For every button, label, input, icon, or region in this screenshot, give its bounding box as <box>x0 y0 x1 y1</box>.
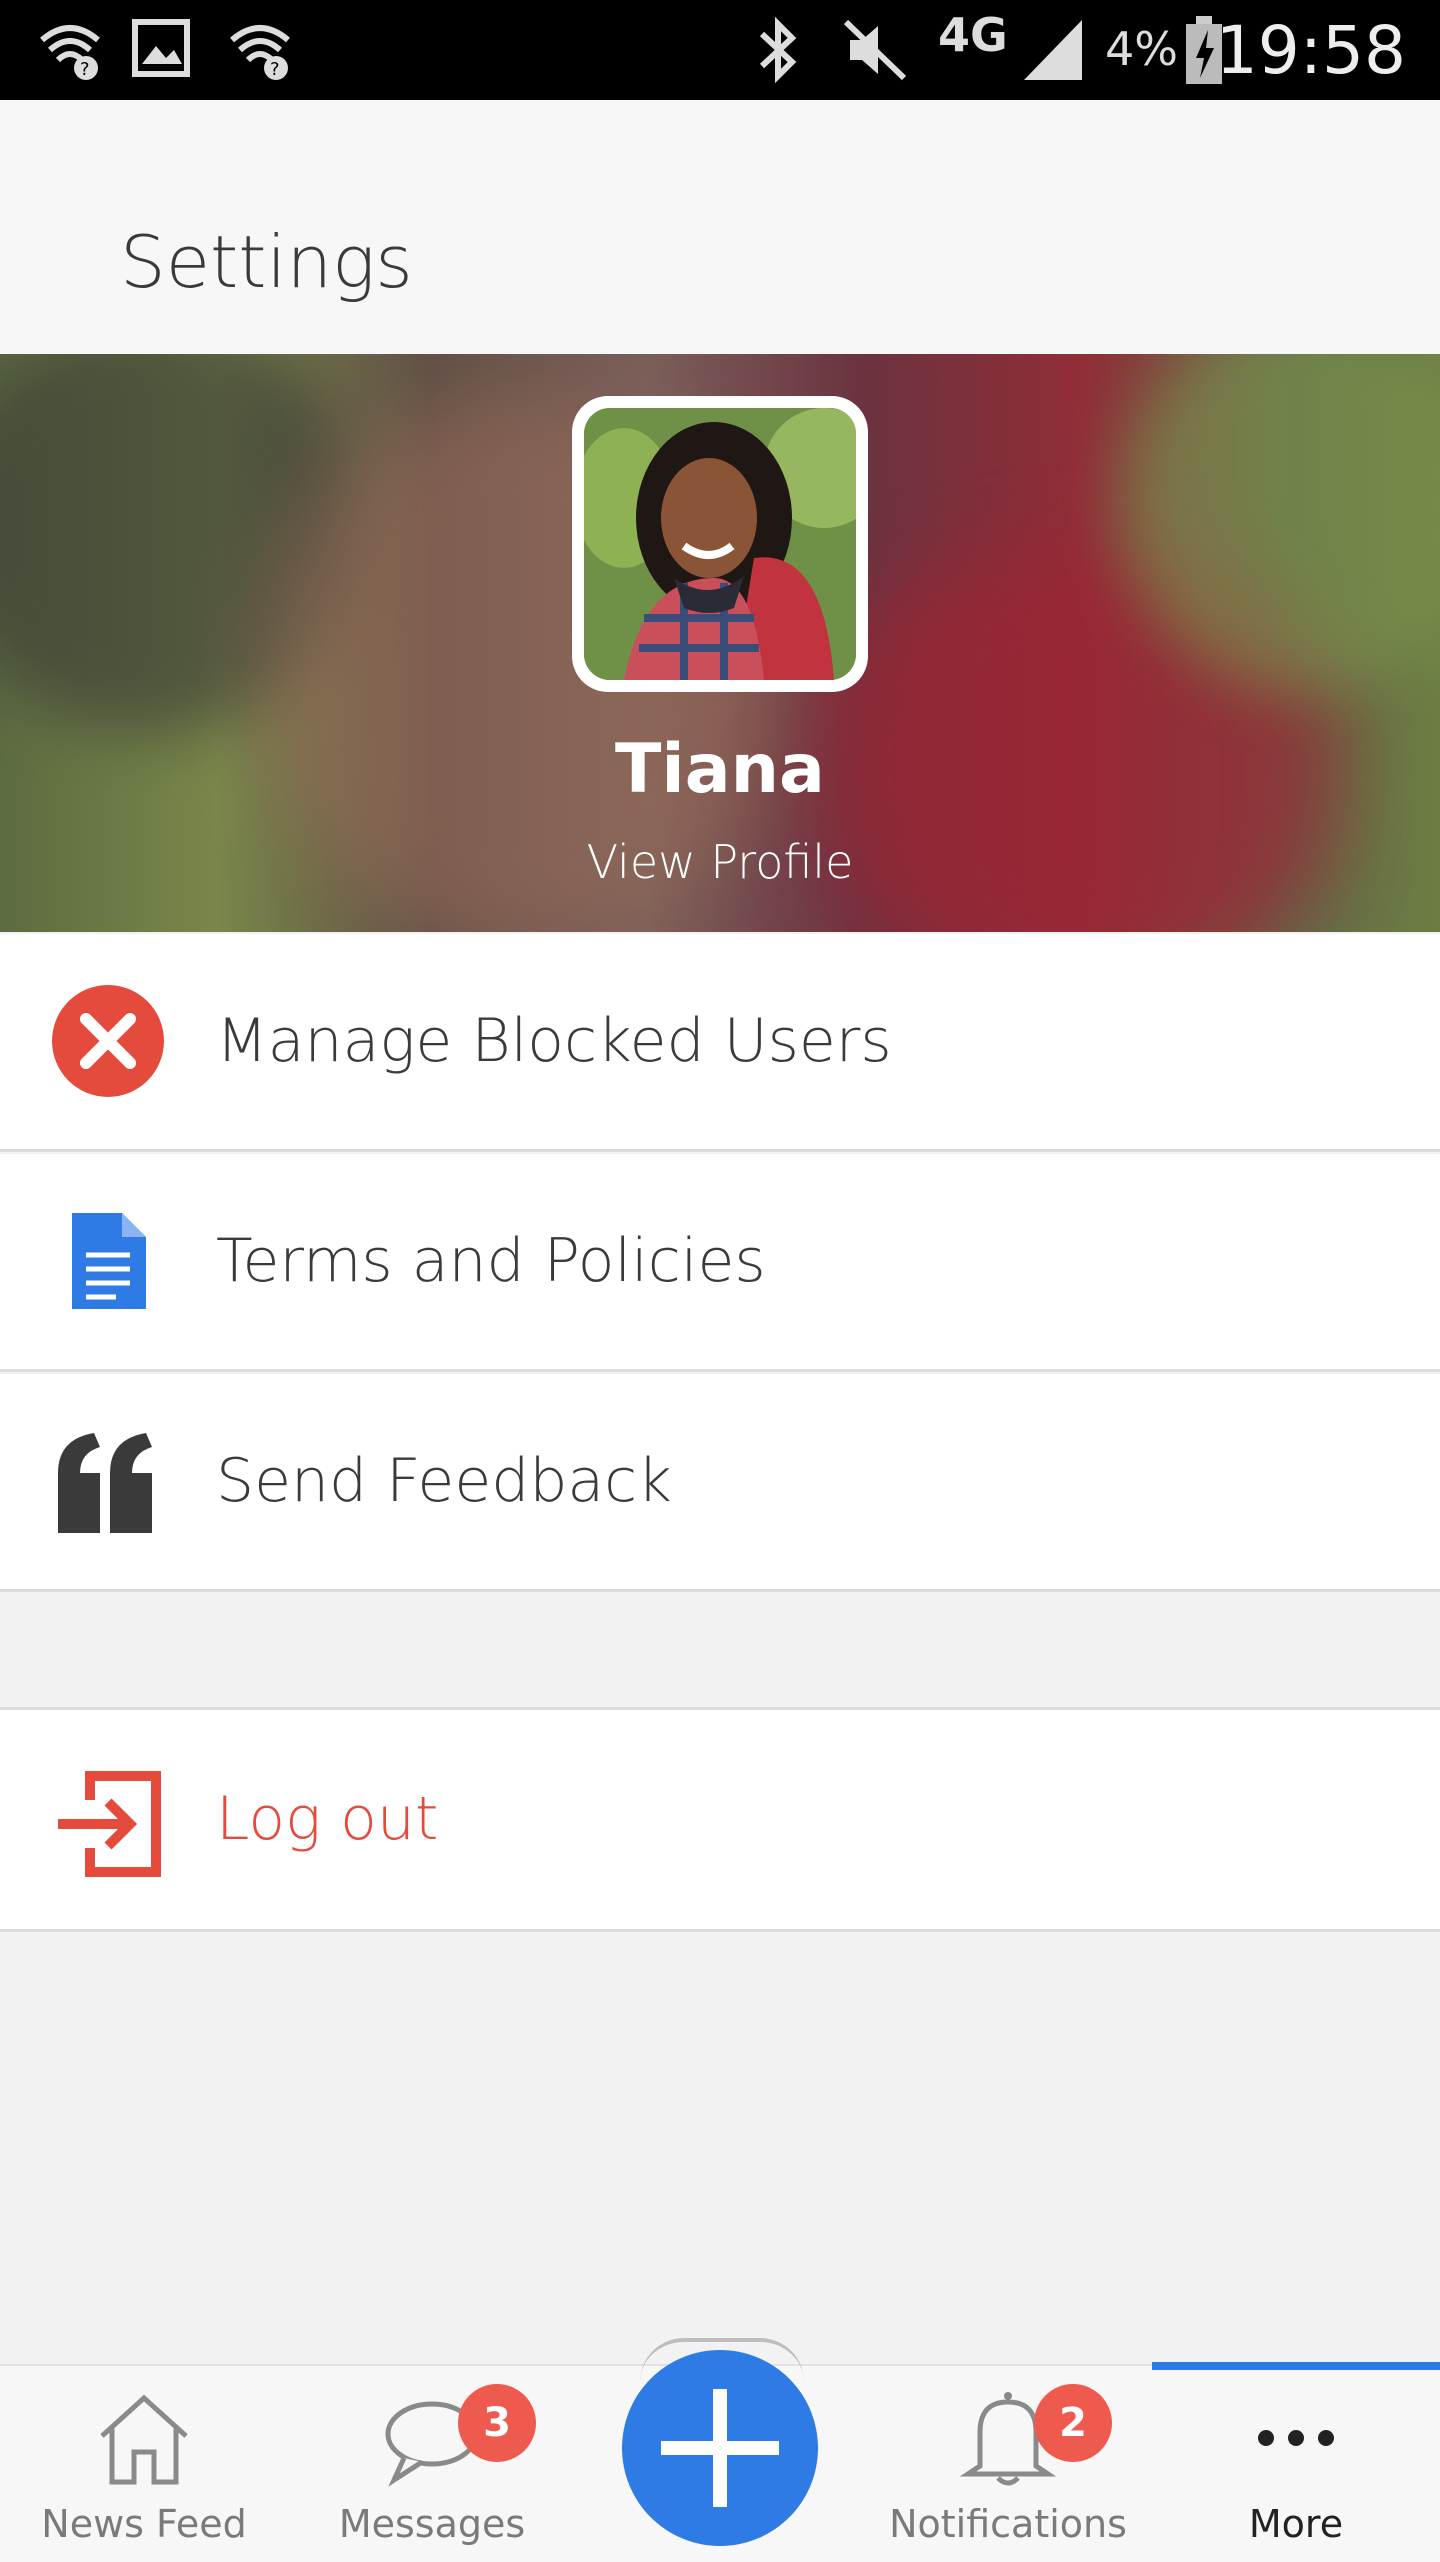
nav-notifications[interactable]: 2 Notifications <box>864 2366 1152 2562</box>
header: Settings <box>0 100 1440 354</box>
status-bar: ? ? 4G 4% 19:58 <box>0 0 1440 100</box>
wifi-question-icon: ? <box>230 25 290 80</box>
terms-and-policies-row[interactable]: Terms and Policies <box>0 1154 1440 1372</box>
send-feedback-label: Send Feedback <box>216 1446 672 1516</box>
logout-label: Log out <box>216 1784 439 1854</box>
svg-text:?: ? <box>80 59 90 80</box>
avatar-illustration <box>584 408 856 680</box>
clock: 19:58 <box>1215 12 1406 89</box>
active-tab-indicator <box>1152 2362 1440 2370</box>
plus-icon <box>661 2389 779 2507</box>
nav-news-feed[interactable]: News Feed <box>0 2366 288 2562</box>
terms-and-policies-label: Terms and Policies <box>216 1226 766 1296</box>
signal-icon <box>1024 20 1082 80</box>
nav-news-feed-label: News Feed <box>41 2502 247 2546</box>
page-title: Settings <box>120 220 413 304</box>
mute-icon <box>843 19 907 81</box>
nav-messages-label: Messages <box>338 2502 526 2546</box>
send-feedback-row[interactable]: Send Feedback <box>0 1374 1440 1592</box>
nav-more[interactable]: More <box>1152 2362 1440 2562</box>
logout-icon <box>58 1771 161 1877</box>
quote-icon <box>58 1433 152 1533</box>
image-icon <box>132 19 190 77</box>
messages-badge: 3 <box>458 2384 536 2462</box>
notifications-badge: 2 <box>1034 2384 1112 2462</box>
view-profile-link[interactable]: View Profile <box>0 835 1440 889</box>
manage-blocked-users-row[interactable]: Manage Blocked Users <box>0 934 1440 1152</box>
nav-notifications-label: Notifications <box>889 2502 1127 2546</box>
profile-name: Tiana <box>615 730 825 809</box>
home-icon <box>100 2394 188 2485</box>
avatar-photo <box>584 408 856 680</box>
logout-row[interactable]: Log out <box>0 1710 1440 1932</box>
document-icon <box>72 1213 146 1309</box>
battery-percent: 4% <box>1105 22 1178 76</box>
avatar[interactable] <box>572 396 868 692</box>
svg-text:?: ? <box>270 59 280 80</box>
add-button[interactable] <box>622 2350 818 2546</box>
section-divider <box>0 1594 1440 1710</box>
bluetooth-icon <box>759 16 797 84</box>
blocked-x-icon <box>52 985 164 1097</box>
more-dots-icon <box>1258 2430 1334 2446</box>
network-type-label: 4G <box>938 8 1008 62</box>
nav-messages[interactable]: 3 Messages <box>288 2366 576 2562</box>
manage-blocked-users-label: Manage Blocked Users <box>216 1006 892 1076</box>
wifi-question-icon: ? <box>40 25 100 80</box>
nav-more-label: More <box>1248 2502 1344 2546</box>
